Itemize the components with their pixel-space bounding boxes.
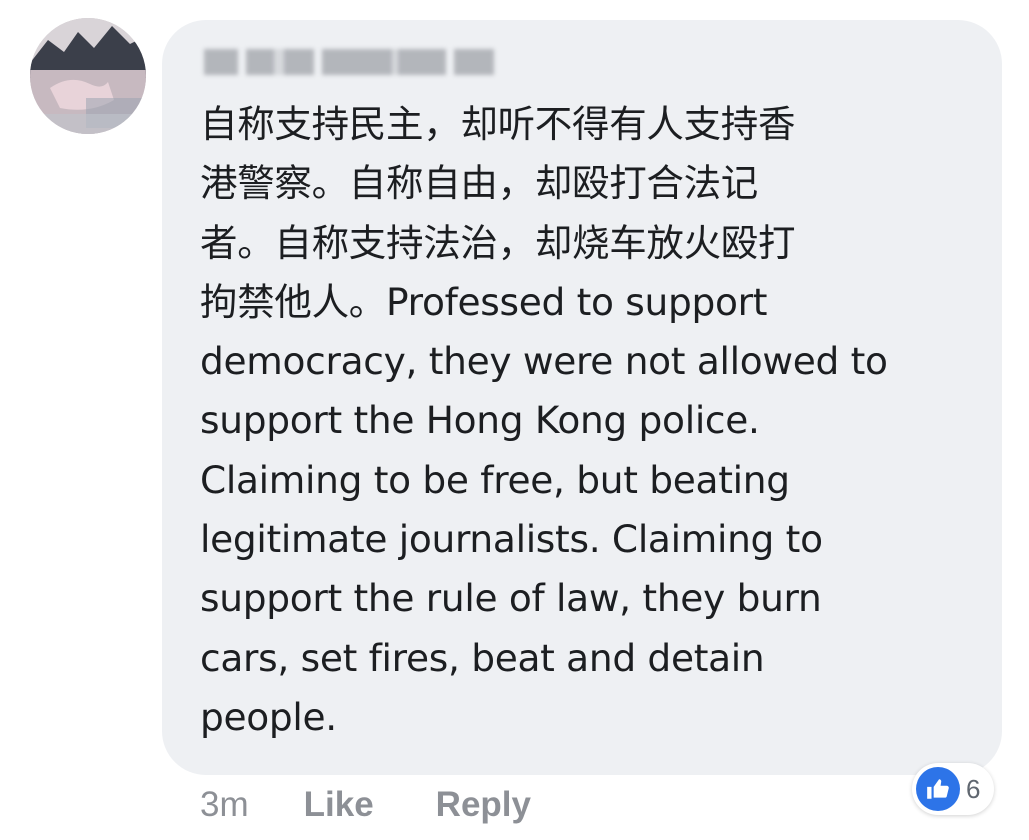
avatar[interactable] [30, 18, 146, 134]
reaction-summary[interactable]: 6 [912, 763, 995, 815]
author-name-redacted[interactable] [204, 42, 494, 82]
comment-bubble: 自称支持民主，却听不得有人支持香 港警察。自称自由，却殴打合法记 者。自称支持法… [162, 20, 1002, 775]
reply-button[interactable]: Reply [436, 785, 531, 825]
thumbs-up-icon [916, 767, 960, 811]
reaction-count: 6 [966, 773, 981, 804]
like-button[interactable]: Like [304, 785, 374, 825]
comment-text: 自称支持民主，却听不得有人支持香 港警察。自称自由，却殴打合法记 者。自称支持法… [200, 102, 888, 739]
timestamp[interactable]: 3m [200, 785, 249, 825]
comment-actions: 3m Like Reply [200, 780, 531, 830]
